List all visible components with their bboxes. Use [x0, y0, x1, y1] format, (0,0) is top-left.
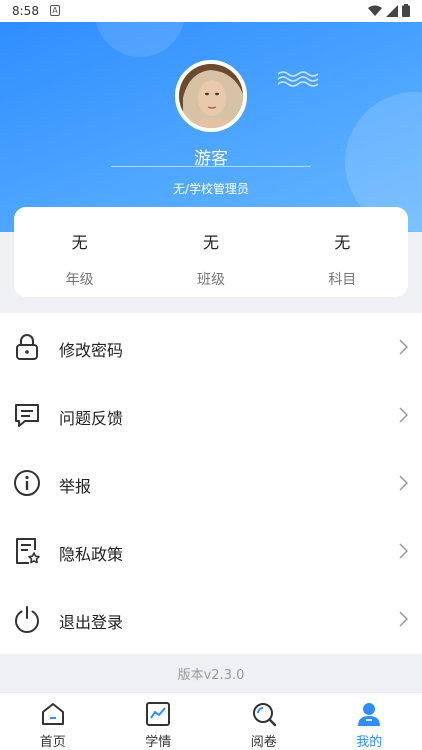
menu-label: 举报: [59, 477, 92, 496]
tab-label: 学情: [145, 735, 172, 750]
policy-icon: [16, 538, 40, 564]
chevron-right-icon: [399, 543, 408, 559]
tab-label: 阅卷: [250, 735, 277, 750]
stats-card: 无 年级 无 班级 无 科目: [14, 207, 408, 297]
user-role: 无/学校管理员: [172, 182, 250, 196]
chat-icon: [15, 404, 39, 427]
signal-icon: [386, 4, 398, 17]
version-label: 版本v2.3.0: [177, 668, 245, 683]
tab-home[interactable]: 首页: [0, 693, 106, 750]
stat-grade: 无 年级: [14, 207, 145, 297]
stat-value: 无: [202, 233, 219, 252]
waves-decoration-icon: [277, 71, 319, 87]
menu-item-feedback[interactable]: 问题反馈: [0, 381, 422, 449]
avatar[interactable]: [175, 60, 247, 132]
decor-circle: [95, 22, 185, 57]
battery-icon: [402, 4, 410, 17]
divider: [111, 166, 311, 167]
stat-label: 年级: [65, 272, 94, 288]
wifi-icon: [368, 5, 382, 16]
status-bar: 8:58 A: [0, 0, 422, 22]
menu-label: 修改密码: [59, 341, 124, 360]
profile-header: 游客 无/学校管理员: [0, 22, 422, 232]
power-icon: [15, 606, 39, 633]
menu-label: 隐私政策: [59, 545, 124, 564]
tab-analytics[interactable]: 学情: [106, 693, 212, 750]
tab-label: 首页: [39, 735, 66, 750]
stat-class: 无 班级: [145, 207, 276, 297]
user-icon: [358, 703, 381, 726]
chevron-right-icon: [399, 339, 408, 355]
menu-item-privacy-policy[interactable]: 隐私政策: [0, 517, 422, 585]
stat-subject: 无 科目: [277, 207, 408, 297]
tab-label: 我的: [356, 735, 383, 750]
menu-label: 问题反馈: [59, 409, 124, 428]
chart-icon: [146, 702, 171, 726]
info-icon: [14, 470, 40, 496]
tab-mine[interactable]: 我的: [317, 693, 422, 750]
status-time: 8:58: [12, 4, 39, 18]
chevron-right-icon: [399, 407, 408, 423]
bottom-tab-bar: 首页 学情 阅卷 我的: [0, 692, 422, 750]
avatar-image: [179, 64, 243, 128]
home-icon: [41, 703, 64, 725]
settings-menu: 修改密码 问题反馈 举报 隐私政策 退出登录: [0, 313, 422, 654]
menu-item-logout[interactable]: 退出登录: [0, 585, 422, 653]
notification-icon: A: [50, 5, 60, 16]
chevron-right-icon: [399, 475, 408, 491]
lock-icon: [16, 334, 38, 360]
search-icon: [252, 703, 276, 727]
menu-item-report[interactable]: 举报: [0, 449, 422, 517]
chevron-right-icon: [399, 611, 408, 627]
tab-grading[interactable]: 阅卷: [211, 693, 317, 750]
stat-label: 科目: [328, 272, 357, 288]
stat-value: 无: [334, 233, 351, 252]
menu-label: 退出登录: [59, 613, 124, 632]
menu-item-change-password[interactable]: 修改密码: [0, 313, 422, 381]
status-icons: [368, 4, 410, 17]
stat-value: 无: [71, 233, 88, 252]
stat-label: 班级: [196, 272, 225, 288]
